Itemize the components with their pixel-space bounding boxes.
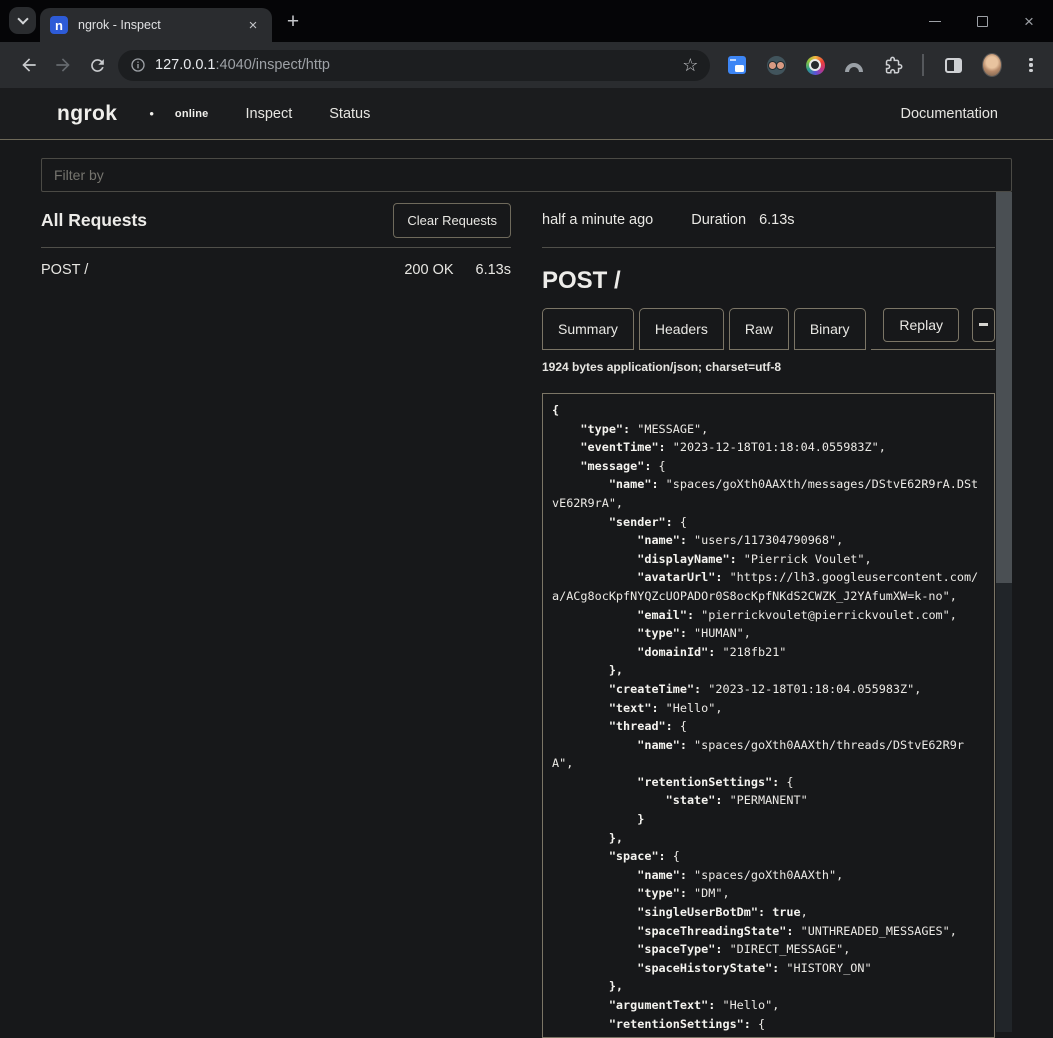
side-panel-icon bbox=[945, 58, 962, 73]
window-controls: × bbox=[925, 0, 1039, 42]
site-info-icon[interactable] bbox=[130, 57, 146, 73]
window-close-button[interactable]: × bbox=[1019, 11, 1039, 31]
extension-arc-icon[interactable] bbox=[844, 55, 864, 75]
ngrok-header: ngrok • online Inspect Status Documentat… bbox=[0, 88, 1053, 140]
duration-value: 6.13s bbox=[759, 212, 794, 228]
window-maximize-button[interactable] bbox=[972, 11, 992, 31]
filter-input[interactable] bbox=[41, 158, 1012, 192]
browser-tab-strip: n ngrok - Inspect × + × bbox=[0, 0, 1053, 42]
detail-tabs: Summary Headers Raw Binary Replay bbox=[542, 308, 995, 350]
side-panel-button[interactable] bbox=[943, 55, 963, 75]
status-badge: online bbox=[175, 108, 209, 120]
duration-label: Duration bbox=[691, 212, 746, 228]
extensions-menu-button[interactable] bbox=[883, 55, 903, 75]
scrollbar-thumb[interactable] bbox=[996, 192, 1012, 583]
blue-window-icon bbox=[728, 56, 746, 74]
request-detail-panel: half a minute ago Duration 6.13s POST / … bbox=[542, 202, 995, 1038]
avatar bbox=[982, 53, 1002, 77]
divider bbox=[542, 247, 995, 248]
url-host: 127.0.0.1 bbox=[155, 57, 215, 73]
minimize-icon bbox=[929, 21, 941, 22]
tab-binary[interactable]: Binary bbox=[794, 308, 866, 350]
request-duration: 6.13s bbox=[476, 262, 511, 278]
ngrok-favicon: n bbox=[50, 16, 68, 34]
url-path: :4040/inspect/http bbox=[215, 57, 329, 73]
extension-screenshot-icon[interactable] bbox=[727, 55, 747, 75]
tabs-spacer: Replay bbox=[871, 308, 995, 350]
main-content: All Requests Clear Requests POST / 200 O… bbox=[0, 140, 1053, 1038]
tab-raw[interactable]: Raw bbox=[729, 308, 789, 350]
extensions-bar bbox=[727, 54, 1041, 76]
dash-icon bbox=[979, 323, 988, 326]
ngrok-logo[interactable]: ngrok bbox=[57, 102, 117, 126]
browser-menu-button[interactable] bbox=[1021, 55, 1041, 75]
puzzle-icon bbox=[884, 56, 903, 75]
toolbar-separator bbox=[922, 54, 924, 76]
nav-link-documentation[interactable]: Documentation bbox=[900, 106, 998, 122]
content-meta: 1924 bytes application/json; charset=utf… bbox=[542, 360, 995, 374]
request-method-path: POST / bbox=[41, 262, 88, 278]
goggles-face-icon bbox=[767, 56, 786, 75]
new-tab-button[interactable]: + bbox=[280, 9, 306, 35]
tab-close-icon[interactable]: × bbox=[244, 16, 262, 34]
gray-arc-icon bbox=[845, 63, 863, 72]
replay-options-button[interactable] bbox=[972, 308, 995, 342]
request-time-ago: half a minute ago bbox=[542, 212, 653, 228]
forward-arrow-icon bbox=[53, 55, 73, 75]
tab-search-button[interactable] bbox=[9, 7, 36, 34]
tab-summary[interactable]: Summary bbox=[542, 308, 634, 350]
window-minimize-button[interactable] bbox=[925, 11, 945, 31]
scrollbar-track[interactable] bbox=[996, 192, 1012, 1032]
close-icon: × bbox=[1024, 13, 1034, 30]
extension-camera-icon[interactable] bbox=[805, 55, 825, 75]
status-dot: • bbox=[149, 106, 154, 121]
reload-button[interactable] bbox=[80, 48, 114, 82]
replay-button[interactable]: Replay bbox=[883, 308, 959, 342]
kebab-menu-icon bbox=[1029, 58, 1032, 73]
maximize-icon bbox=[977, 16, 988, 27]
clear-requests-button[interactable]: Clear Requests bbox=[393, 203, 511, 238]
color-lens-icon bbox=[806, 56, 825, 75]
nav-link-inspect[interactable]: Inspect bbox=[246, 106, 293, 122]
extension-goggles-icon[interactable] bbox=[766, 55, 786, 75]
request-status: 200 OK bbox=[404, 262, 453, 278]
request-detail-title: POST / bbox=[542, 267, 995, 295]
browser-toolbar: 127.0.0.1:4040/inspect/http ☆ bbox=[0, 42, 1053, 88]
reload-icon bbox=[88, 56, 107, 75]
back-button[interactable] bbox=[12, 48, 46, 82]
request-list-item[interactable]: POST / 200 OK 6.13s bbox=[41, 248, 511, 278]
request-body-json: { "type": "MESSAGE", "eventTime": "2023-… bbox=[542, 393, 995, 1038]
tab-title: ngrok - Inspect bbox=[78, 18, 244, 32]
back-arrow-icon bbox=[19, 55, 39, 75]
forward-button[interactable] bbox=[46, 48, 80, 82]
address-bar[interactable]: 127.0.0.1:4040/inspect/http ☆ bbox=[118, 50, 710, 81]
tab-headers[interactable]: Headers bbox=[639, 308, 724, 350]
nav-link-status[interactable]: Status bbox=[329, 106, 370, 122]
browser-tab[interactable]: n ngrok - Inspect × bbox=[40, 8, 272, 42]
requests-panel: All Requests Clear Requests POST / 200 O… bbox=[41, 202, 511, 1038]
chevron-down-icon bbox=[17, 13, 28, 24]
bookmark-star-icon[interactable]: ☆ bbox=[682, 55, 698, 76]
profile-button[interactable] bbox=[982, 55, 1002, 75]
requests-title: All Requests bbox=[41, 210, 147, 231]
